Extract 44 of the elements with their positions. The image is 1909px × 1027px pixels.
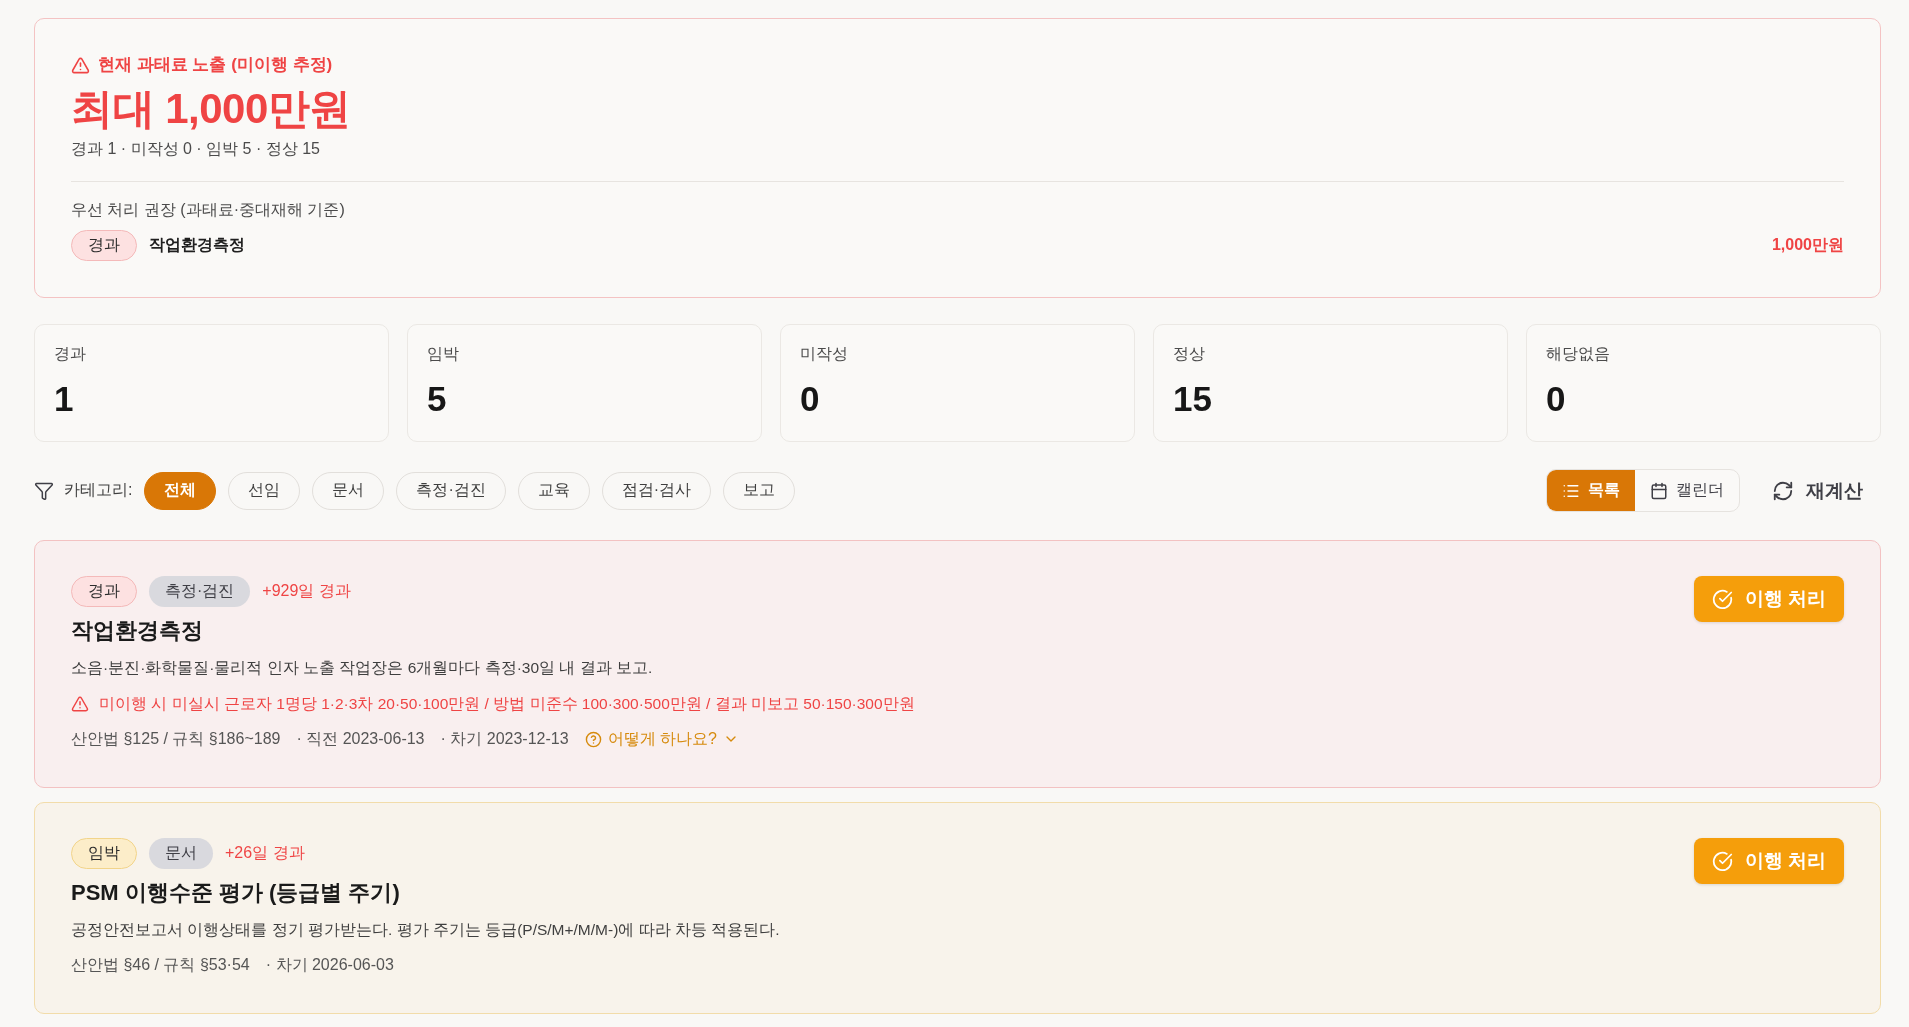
category-tag: 문서 — [149, 838, 213, 869]
task-description: 공정안전보고서 이행상태를 정기 평가받는다. 평가 주기는 등급(P/S/M+/M/M-)에 따라 차등 적용된다. — [71, 920, 780, 940]
status-badge: 임박 — [71, 838, 137, 869]
help-icon — [584, 730, 602, 748]
task-title: 작업환경측정 — [71, 617, 204, 645]
view-tab[interactable]: 캘린더 — [1635, 470, 1739, 511]
law-reference: 산안법 §46 / 규칙 §53·54 — [71, 955, 250, 975]
check-circle-icon — [1711, 850, 1733, 872]
due-date: · 차기 2023-12-13 — [440, 729, 569, 749]
elapsed-days: +26일 경과 — [225, 843, 305, 864]
stat-value: 0 — [1546, 379, 1567, 419]
stat-value: 1 — [54, 379, 75, 419]
recalculate-button[interactable]: 재계산 — [1754, 469, 1881, 512]
calendar-icon — [1650, 481, 1668, 500]
due-date: · 직전 2023-06-13 — [296, 729, 425, 749]
priority-fine: 1,000만원 — [1771, 235, 1844, 255]
priority-label: 우선 처리 권장 (과태료·중대재해 기준) — [71, 200, 346, 220]
elapsed-days: +929일 경과 — [262, 581, 351, 602]
warning-icon — [71, 55, 90, 75]
status-summary: 경과 1 · 미작성 0 · 임박 5 · 정상 15 — [71, 139, 321, 159]
stat-label: 해당없음 — [1546, 344, 1611, 364]
stat-value: 5 — [427, 379, 448, 419]
fine-amount: 최대 1,000만원 — [71, 84, 352, 134]
warning-icon — [71, 695, 89, 713]
status-badge: 경과 — [71, 576, 137, 607]
penalty-text: 미이행 시 미실시 근로자 1명당 1·2·3차 20·50·100만원 / 방법 미준수 100·300·500만원 / 결과 미보고 50·150·300만원 — [99, 694, 915, 714]
stat-value: 15 — [1173, 379, 1213, 419]
stat-label: 임박 — [427, 344, 460, 364]
check-circle-icon — [1711, 588, 1733, 610]
stat-label: 정상 — [1173, 344, 1206, 364]
law-reference: 산안법 §125 / 규칙 §186~189 — [71, 729, 281, 749]
filter-label: 카테고리: — [64, 480, 133, 500]
status-badge: 경과 — [71, 230, 137, 261]
stat-value: 0 — [800, 379, 821, 419]
filter-icon — [34, 480, 54, 501]
priority-item-name: 작업환경측정 — [149, 235, 245, 255]
stat-label: 경과 — [54, 344, 87, 364]
category-tag: 측정·검진 — [149, 576, 251, 607]
task-description: 소음·분진·화학물질·물리적 인자 노출 작업장은 6개월마다 측정·30일 내 결과 보고. — [71, 658, 654, 678]
task-title: PSM 이행수준 평가 (등급별 주기) — [71, 879, 401, 907]
refresh-icon — [1772, 479, 1794, 502]
stat-label: 미작성 — [800, 344, 849, 364]
due-date: · 차기 2026-06-03 — [265, 955, 394, 975]
exposure-heading: 현재 과태료 노출 (미이행 추정) — [98, 54, 333, 76]
